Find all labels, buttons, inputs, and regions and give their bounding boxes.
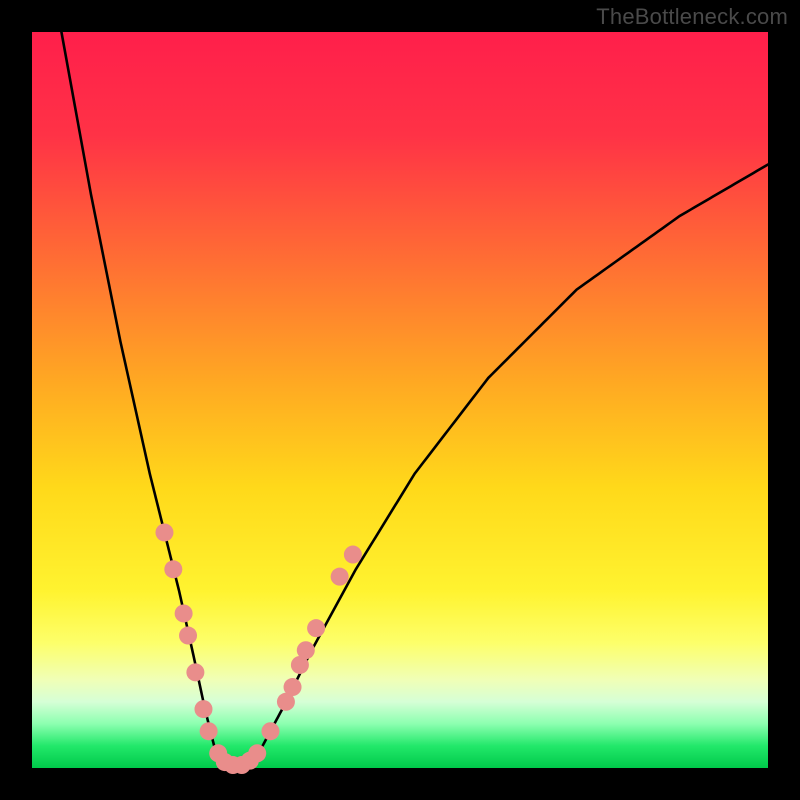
data-point: [164, 560, 182, 578]
data-point: [248, 744, 266, 762]
data-point: [307, 619, 325, 637]
data-point: [186, 663, 204, 681]
data-point: [344, 546, 362, 564]
data-point: [284, 678, 302, 696]
watermark-text: TheBottleneck.com: [596, 4, 788, 30]
data-point: [179, 627, 197, 645]
plot-area: [32, 32, 768, 768]
bottleneck-curve: [61, 32, 768, 766]
curve-layer: [32, 32, 768, 768]
data-point: [200, 722, 218, 740]
data-point: [331, 568, 349, 586]
data-point: [261, 722, 279, 740]
data-point: [175, 604, 193, 622]
data-point: [155, 523, 173, 541]
data-point: [194, 700, 212, 718]
chart-frame: TheBottleneck.com: [0, 0, 800, 800]
data-point: [297, 641, 315, 659]
